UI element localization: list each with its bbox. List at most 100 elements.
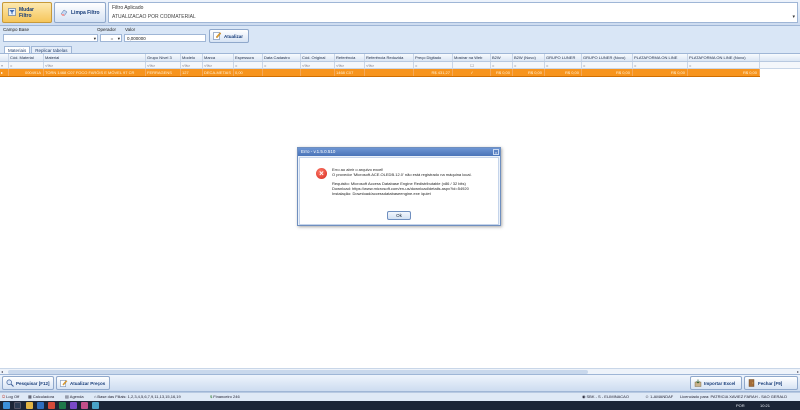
column-header[interactable]: Material [44,54,146,61]
filter-cell[interactable]: = [633,62,688,68]
column-header[interactable]: B2W [491,54,513,61]
filter-cell[interactable]: <%> [203,62,234,68]
table-cell[interactable]: 0,00 [234,69,263,76]
column-header[interactable]: Cód. Material [9,54,44,61]
column-header[interactable]: Preço Digitado [414,54,453,61]
filter-cell[interactable]: <%> [181,62,203,68]
table-cell[interactable]: TORN 1468 C07 FOCO FARÓIS E MÓVEL 97 CR [44,69,146,76]
table-cell[interactable] [301,69,335,76]
table-cell[interactable]: 1468 C07 [335,69,365,76]
table-cell[interactable]: R$ 0,00 [545,69,582,76]
ok-button[interactable]: Ok [387,211,411,220]
table-cell[interactable]: DECA-METAIS [203,69,234,76]
table-cell[interactable]: 127 [181,69,203,76]
column-header[interactable]: Espessura [234,54,263,61]
agenda-item[interactable]: ▤ Agenda [65,394,84,399]
filter-cell[interactable]: = [491,62,513,68]
table-cell[interactable]: R$ 0,00 [491,69,513,76]
user-icon: ☺ [645,394,650,399]
app-icon[interactable] [70,402,77,409]
folder-icon[interactable] [26,402,33,409]
column-header[interactable]: Cód. Original [301,54,335,61]
table-cell[interactable]: R$ 0,00 [633,69,688,76]
column-header[interactable]: PLATAFORMA ON LINE (Novo) [688,54,760,61]
table-cell[interactable]: R$ 0,00 [688,69,760,76]
table-cell[interactable]: 000491A [9,69,44,76]
column-header[interactable]: Grupo Nível 3 [146,54,181,61]
financeiro-item[interactable]: $ Financeiro 246 [210,394,240,399]
filter-cell[interactable]: = [234,62,263,68]
atualizar-button[interactable]: Atualizar [209,29,249,43]
column-header[interactable]: GRUPO LUNER (Novo) [582,54,633,61]
calculator-icon: ▦ [28,394,32,399]
campo-base-select[interactable]: ▾ [3,34,98,42]
chrome-icon[interactable] [48,402,55,409]
filtro-aplicado-value[interactable]: ATUALIZACAO POR CODMATERIAL [112,14,782,22]
clock[interactable]: 10:21 [760,403,770,408]
table-cell[interactable] [365,69,414,76]
dialog-title-bar[interactable]: Erro - v.1.5.0.510 × [298,148,500,156]
filter-cell[interactable]: = [263,62,301,68]
tab-materiais[interactable]: Materiais [4,46,31,53]
column-header[interactable]: Mostrar na Web [453,54,491,61]
column-header[interactable]: Referência Reduzida [365,54,414,61]
dialog-message: Erro ao abrir o arquivo excel! O provedo… [332,167,497,196]
table-cell[interactable]: R$ 431,27 [414,69,453,76]
column-header[interactable]: Modelo [181,54,203,61]
exit-door-icon [748,378,756,388]
logoff-item[interactable]: ⏻ Log Off [2,394,19,399]
mudar-filtro-button[interactable]: Mudar Filtro [2,2,52,23]
windows-start-icon[interactable] [3,402,10,409]
table-cell[interactable]: R$ 0,00 [513,69,545,76]
table-cell[interactable]: R$ 0,00 [582,69,633,76]
fechar-button[interactable]: Fechar [F9] [744,376,798,390]
importar-excel-label: Importar Excel [704,380,736,386]
web-checkbox[interactable]: ✓ [453,69,491,76]
chevron-down-icon[interactable]: ▾ [792,14,795,20]
atualizar-precos-button[interactable]: Atualizar Preços [56,376,110,390]
calculadora-label: Calculadora [32,394,55,399]
operador-select[interactable]: = ▾ [100,34,122,42]
filter-cell[interactable]: = [414,62,453,68]
column-header[interactable]: Data Cadastro [263,54,301,61]
scroll-right-icon[interactable]: ▸ [797,369,799,374]
column-header[interactable]: B2W (Novo) [513,54,545,61]
filter-cell[interactable]: <%> [44,62,146,68]
filter-checkbox[interactable]: ☐ [453,62,491,68]
limpa-filtro-button[interactable]: Limpa Filtro [54,2,106,23]
grid-header: Cód. Material Material Grupo Nível 3 Mod… [0,54,800,62]
scroll-left-icon[interactable]: ◂ [1,369,3,374]
filter-cell[interactable]: = [545,62,582,68]
filter-cell[interactable]: <%> [146,62,181,68]
valor-input[interactable]: 0,000000 [124,34,206,42]
calculadora-item[interactable]: ▦ Calculadora [28,394,54,399]
filter-cell[interactable]: = [9,62,44,68]
table-cell[interactable] [263,69,301,76]
app-icon[interactable] [81,402,88,409]
table-row[interactable]: ▸ 000491A TORN 1468 C07 FOCO FARÓIS E MÓ… [0,69,760,77]
column-header[interactable]: GRUPO LUNER [545,54,582,61]
scrollbar-thumb[interactable] [8,370,588,374]
pesquisar-button[interactable]: Pesquisar [F12] [2,376,54,390]
column-header[interactable]: Marca [203,54,234,61]
importar-excel-button[interactable]: Importar Excel [690,376,742,390]
filter-cell[interactable]: = [688,62,760,68]
keyboard-language[interactable]: POR [736,403,745,408]
horizontal-scrollbar[interactable]: ◂ ▸ [0,368,800,374]
search-icon[interactable] [14,402,21,409]
excel-icon[interactable] [59,402,66,409]
edge-browser-icon[interactable] [37,402,44,409]
filter-cell[interactable]: = [582,62,633,68]
filter-cell[interactable]: <%> [335,62,365,68]
tab-replicar-tabelas[interactable]: Replicar tabelas [31,46,72,53]
filter-cell[interactable]: <%> [301,62,335,68]
close-icon[interactable]: × [493,149,499,155]
table-cell[interactable]: FERRAGENS [146,69,181,76]
filter-cell[interactable]: <%> [365,62,414,68]
app-icon[interactable] [92,402,99,409]
filter-cell[interactable]: = [513,62,545,68]
column-header[interactable]: Referência [335,54,365,61]
column-header[interactable]: PLATAFORMA ON LINE [633,54,688,61]
fechar-label: Fechar [F9] [758,380,783,386]
base-filiais-label: Base das Filiais: 1,2,3,4,5,6,7,9,11,13,… [97,394,181,399]
